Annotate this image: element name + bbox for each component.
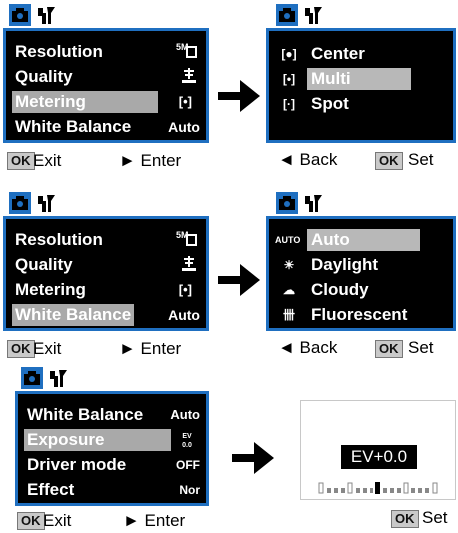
quality-icon (180, 66, 198, 91)
right-arrow-icon (232, 442, 274, 474)
camera-icon (12, 196, 28, 210)
panel-3: Resolution 5M Quality Metering [•] White… (3, 190, 209, 360)
option-daylight[interactable]: ☀ Daylight (269, 254, 453, 276)
camera-icon (12, 8, 28, 22)
tools-icon (305, 195, 322, 212)
submenu-screen: AUTO Auto ☀ Daylight ☁ Cloudy 卌 Fluoresc… (266, 216, 456, 331)
submenu-screen: [●] Center [•] Multi [·] Spot (266, 28, 456, 143)
resolution-5m-icon: 5M (176, 229, 198, 254)
tools-icon (38, 7, 55, 24)
auto-wb-icon: AUTO (275, 235, 301, 245)
menu-tabs (9, 190, 61, 216)
panel-5: White Balance Auto Exposure EV 0.0 Drive… (3, 365, 209, 533)
option-spot[interactable]: [·] Spot (269, 93, 453, 115)
option-cloudy[interactable]: ☁ Cloudy (269, 279, 453, 301)
menu-item-resolution[interactable]: Resolution 5M (6, 41, 206, 63)
option-multi[interactable]: [•] Multi (269, 68, 453, 90)
set-label: Set (422, 508, 448, 527)
menu-screen: White Balance Auto Exposure EV 0.0 Drive… (15, 391, 209, 506)
metering-icon: [•] (178, 94, 192, 109)
ok-badge[interactable]: OK (7, 340, 35, 358)
menu-tabs (9, 2, 61, 28)
tools-icon (50, 370, 67, 387)
fluorescent-icon: 卌 (282, 308, 295, 322)
multi-metering-icon: [•] (282, 72, 296, 86)
menu-item-quality[interactable]: Quality (6, 254, 206, 276)
ok-badge[interactable]: OK (7, 152, 35, 170)
tools-icon (38, 195, 55, 212)
camera-icon (279, 196, 295, 210)
center-metering-icon: [●] (281, 47, 297, 61)
panel-6: EV+0.0 OK Set (300, 400, 456, 533)
menu-item-white-balance[interactable]: White Balance Auto (18, 404, 206, 426)
menu-item-driver-mode[interactable]: Driver mode OFF (18, 454, 206, 476)
back-label[interactable]: ◄ Back (278, 150, 337, 170)
enter-label: ► Enter (119, 151, 182, 170)
resolution-5m-icon: 5M (176, 41, 198, 66)
enter-label: ► Enter (123, 511, 186, 530)
right-arrow-icon (218, 80, 260, 112)
camera-tab[interactable] (9, 192, 31, 214)
tools-icon (305, 7, 322, 24)
exit-label: Exit (43, 511, 72, 530)
ev-value: EV+0.0 (350, 447, 408, 466)
camera-tab[interactable] (276, 4, 298, 26)
ok-badge[interactable]: OK (375, 152, 403, 170)
menu-screen: Resolution 5M Quality Metering [•] White… (3, 28, 209, 143)
panel-2: [●] Center [•] Multi [·] Spot ◄ Back OK … (266, 2, 456, 172)
sun-icon: ☀ (283, 258, 295, 272)
setup-tab[interactable] (47, 367, 69, 389)
setup-tab[interactable] (302, 192, 324, 214)
menu-tabs (276, 2, 328, 28)
option-center[interactable]: [●] Center (269, 43, 453, 65)
panel-1: Resolution 5M Quality Metering [•] White… (3, 2, 209, 172)
menu-item-metering[interactable]: Metering [•] (6, 91, 206, 113)
menu-item-resolution[interactable]: Resolution 5M (6, 229, 206, 251)
menu-item-white-balance[interactable]: White Balance Auto (6, 304, 206, 326)
exposure-ev-icon: EV 0.0 (182, 433, 192, 449)
menu-item-quality[interactable]: Quality (6, 66, 206, 88)
enter-label: ► Enter (119, 339, 182, 358)
menu-item-exposure[interactable]: Exposure EV 0.0 (18, 429, 206, 451)
spot-metering-icon: [·] (283, 97, 295, 111)
quality-icon (180, 254, 198, 279)
set-label: Set (408, 150, 434, 169)
right-arrow-icon (218, 264, 260, 296)
option-auto[interactable]: AUTO Auto (269, 229, 453, 251)
setup-tab[interactable] (35, 4, 57, 26)
setup-tab[interactable] (35, 192, 57, 214)
exit-label: Exit (33, 151, 62, 170)
cloud-icon: ☁ (283, 283, 295, 297)
menu-item-effect[interactable]: Effect Nor (18, 479, 206, 501)
exit-label: Exit (33, 339, 62, 358)
ev-scale[interactable] (318, 481, 442, 495)
camera-tab[interactable] (9, 4, 31, 26)
camera-icon (24, 371, 40, 385)
set-label: Set (408, 338, 434, 357)
metering-icon: [•] (178, 282, 192, 297)
camera-tab[interactable] (276, 192, 298, 214)
ok-badge[interactable]: OK (391, 510, 419, 528)
panel-4: AUTO Auto ☀ Daylight ☁ Cloudy 卌 Fluoresc… (266, 190, 456, 360)
menu-item-white-balance[interactable]: White Balance Auto (6, 116, 206, 138)
ok-badge[interactable]: OK (17, 512, 45, 530)
menu-screen: Resolution 5M Quality Metering [•] White… (3, 216, 209, 331)
menu-tabs (21, 365, 73, 391)
back-label[interactable]: ◄ Back (278, 338, 337, 358)
ok-badge[interactable]: OK (375, 340, 403, 358)
ev-screen: EV+0.0 (300, 400, 456, 500)
menu-tabs (276, 190, 328, 216)
option-fluorescent[interactable]: 卌 Fluorescent (269, 304, 453, 326)
camera-icon (279, 8, 295, 22)
menu-item-metering[interactable]: Metering [•] (6, 279, 206, 301)
camera-tab[interactable] (21, 367, 43, 389)
setup-tab[interactable] (302, 4, 324, 26)
